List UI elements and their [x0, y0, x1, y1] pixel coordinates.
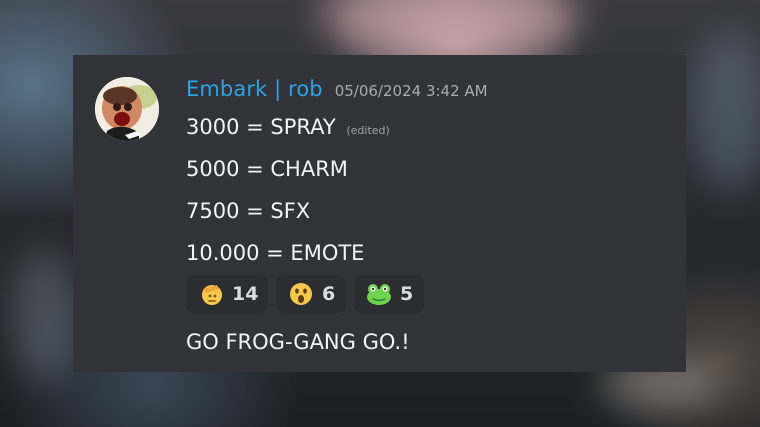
reaction-button-surprised[interactable]: 6	[276, 275, 346, 313]
blurred-background-highlight	[320, 0, 580, 60]
saluting-face-icon	[198, 281, 224, 307]
message-line: 10.000 = EMOTE	[186, 241, 365, 265]
reaction-bar: 14 6 5	[186, 275, 424, 313]
frog-face-icon	[366, 281, 392, 307]
reaction-button-salute[interactable]: 14	[186, 275, 268, 313]
username[interactable]: Embark | rob	[186, 77, 323, 101]
message-line: GO FROG-GANG GO.!	[186, 330, 410, 354]
message-line: 7500 = SFX	[186, 199, 311, 223]
avatar[interactable]	[95, 77, 159, 141]
edited-label[interactable]: (edited)	[346, 124, 389, 137]
blurred-background-highlight	[10, 250, 80, 380]
avatar-image	[95, 77, 159, 141]
message-line: 5000 = CHARM	[186, 157, 348, 181]
blurred-background-highlight	[690, 30, 760, 190]
message-timestamp[interactable]: 05/06/2024 3:42 AM	[335, 82, 488, 100]
chat-message-card: Embark | rob 05/06/2024 3:42 AM 3000 = S…	[73, 55, 686, 372]
reaction-count: 14	[232, 283, 259, 305]
message-line-text: 3000 = SPRAY	[186, 115, 336, 139]
reaction-button-frog[interactable]: 5	[354, 275, 424, 313]
message-line: 3000 = SPRAY (edited)	[186, 115, 390, 139]
reaction-count: 5	[400, 283, 414, 305]
reaction-count: 6	[322, 283, 336, 305]
surprised-face-icon	[288, 281, 314, 307]
message-header: Embark | rob 05/06/2024 3:42 AM	[186, 77, 488, 107]
